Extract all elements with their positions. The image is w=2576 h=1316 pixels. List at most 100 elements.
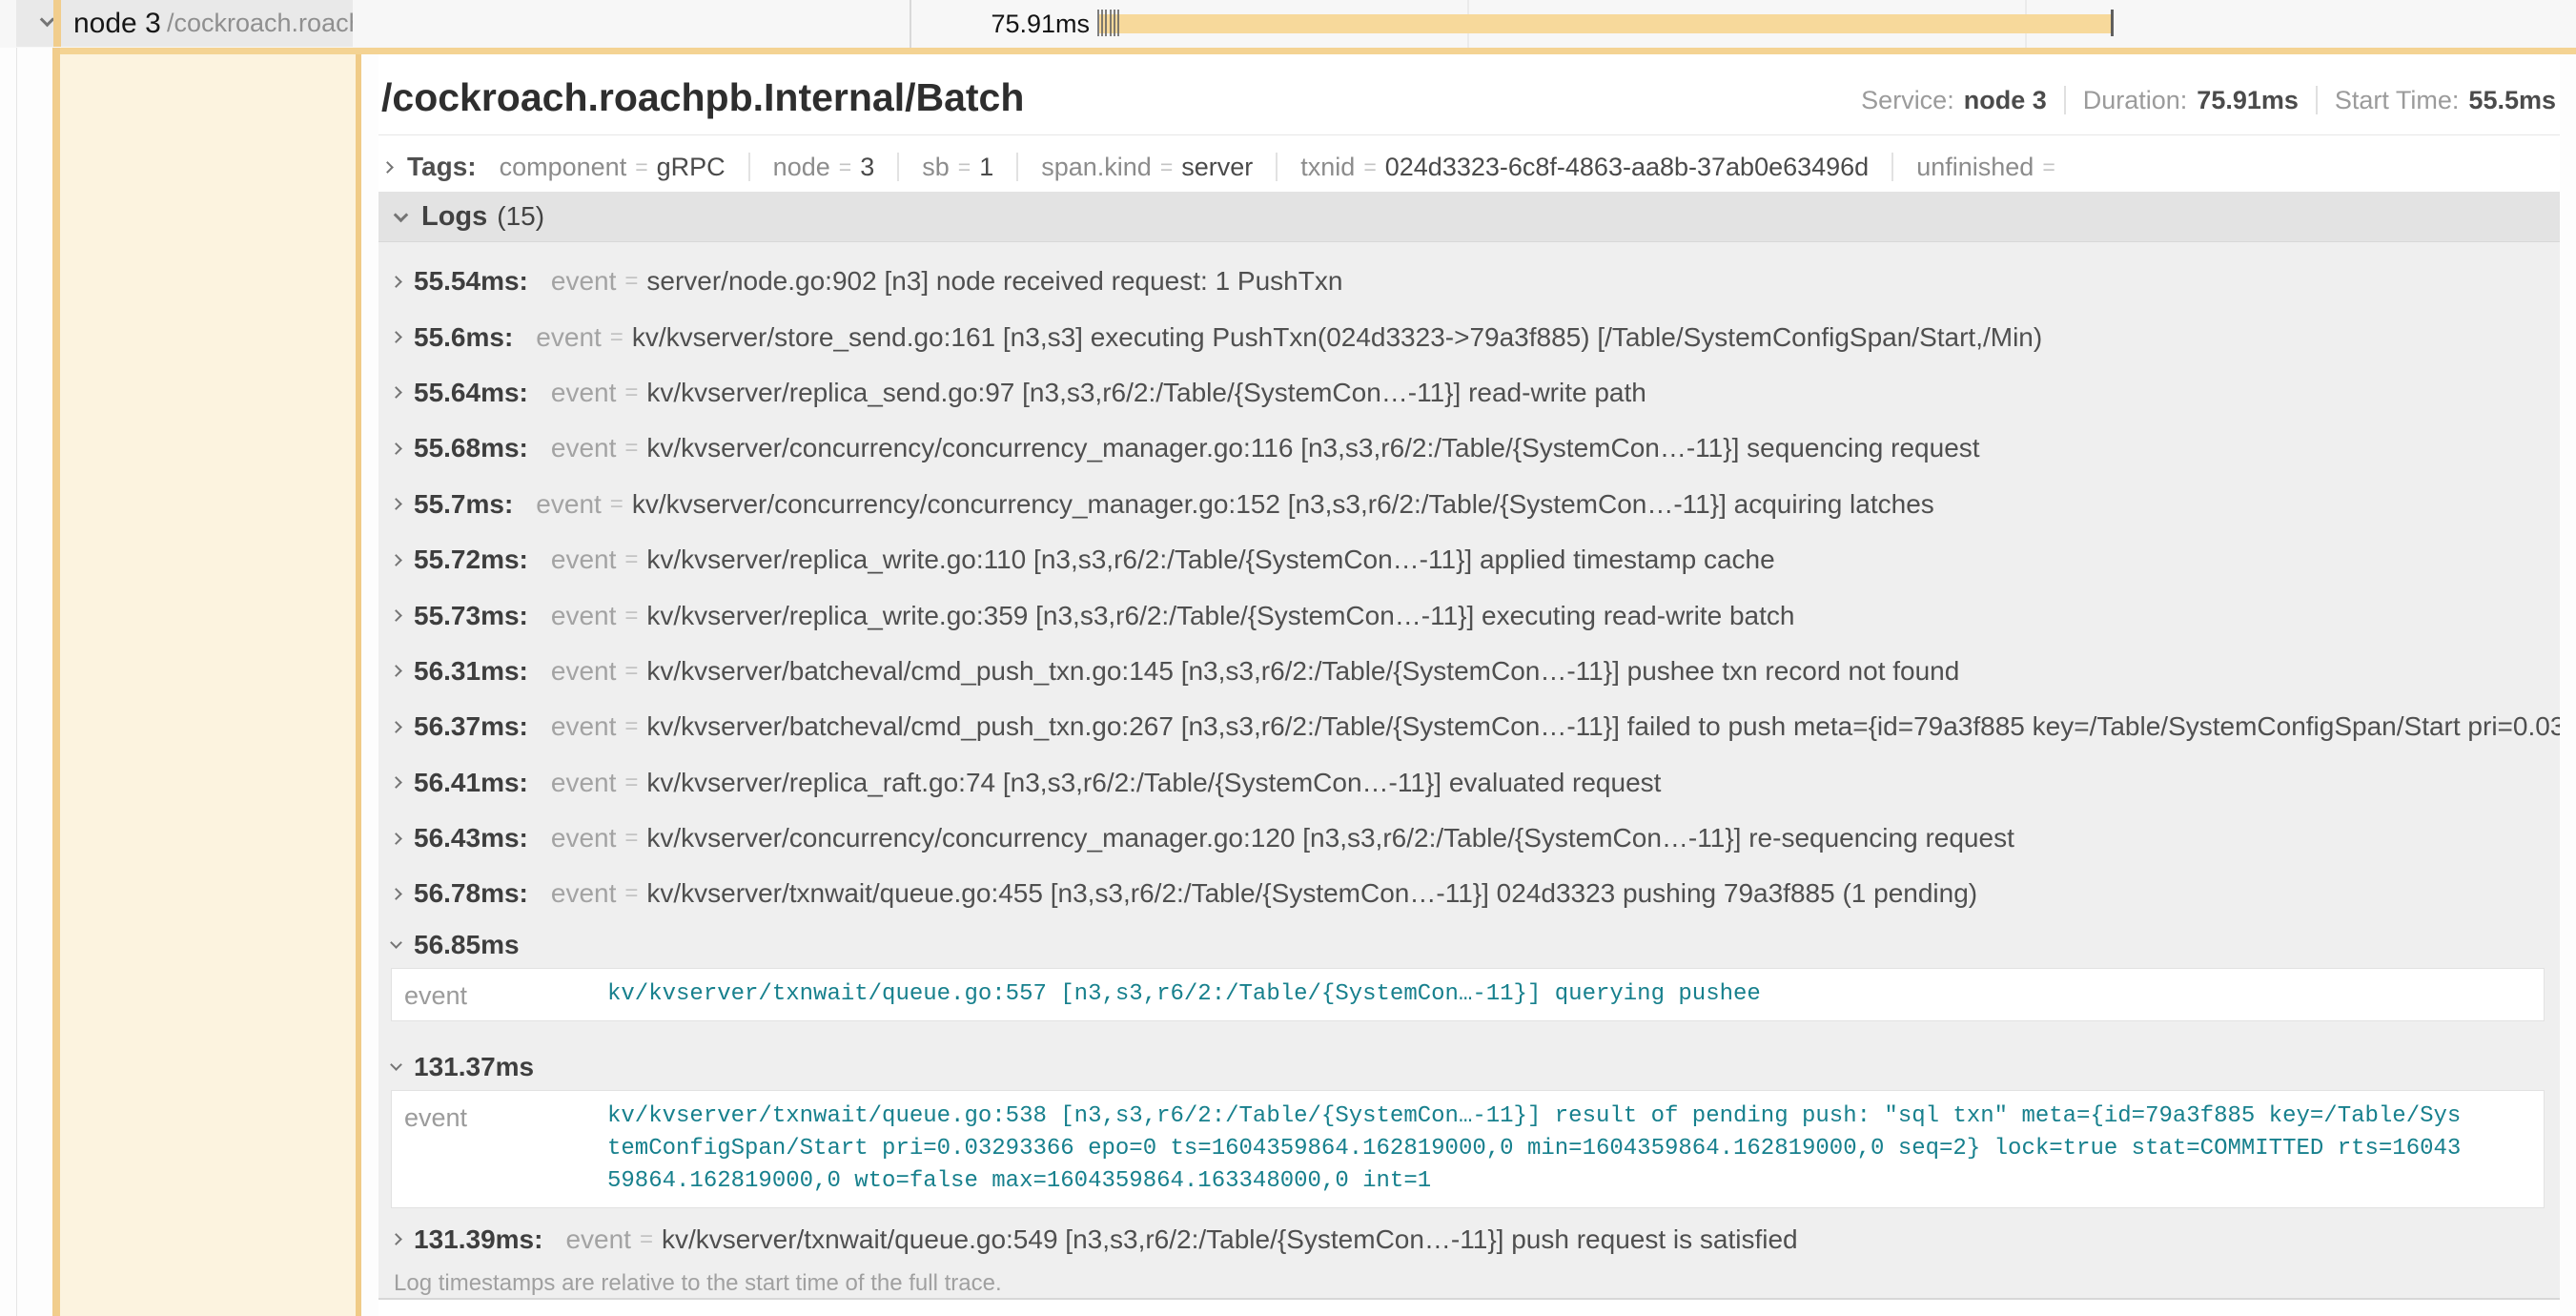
log-field-value: kv/kvserver/txnwait/queue.go:538 [n3,s3,… — [607, 1100, 2466, 1198]
equals-sign: = — [958, 154, 971, 180]
equals-sign: = — [624, 546, 638, 573]
log-row[interactable]: 55.73ms: event = kv/kvserver/replica_wri… — [378, 587, 2560, 643]
span-meta: Service: node 3 Duration: 75.91ms Start … — [1861, 79, 2556, 121]
column-splitter[interactable] — [910, 0, 911, 48]
tags-accordion-header[interactable]: Tags: component = gRPC node = 3 sb = 1 s… — [383, 146, 2064, 188]
log-tick — [1114, 10, 1115, 36]
chevron-down-icon — [390, 936, 402, 949]
log-value: kv/kvserver/replica_send.go:97 [n3,s3,r6… — [646, 378, 1646, 408]
log-fields-table: event kv/kvserver/txnwait/queue.go:538 [… — [391, 1090, 2545, 1208]
log-tick — [1097, 10, 1099, 36]
logs-title: Logs — [421, 201, 487, 233]
equals-sign: = — [640, 1226, 653, 1253]
log-value: kv/kvserver/concurrency/concurrency_mana… — [632, 489, 1934, 520]
equals-sign: = — [1363, 154, 1376, 180]
log-value: kv/kvserver/txnwait/queue.go:549 [n3,s3,… — [662, 1224, 1798, 1255]
chevron-down-icon — [394, 207, 409, 222]
log-field-key: event — [392, 1100, 607, 1133]
log-field-key: event — [392, 978, 607, 1011]
log-tick — [1105, 10, 1107, 36]
log-key: event — [551, 711, 617, 742]
log-row[interactable]: 56.41ms: event = kv/kvserver/replica_raf… — [378, 755, 2560, 811]
span-name-box[interactable]: node 3 /cockroach.roach… — [16, 0, 353, 47]
log-row[interactable]: 56.43ms: event = kv/kvserver/concurrency… — [378, 811, 2560, 866]
start-time-value: 55.5ms — [2468, 86, 2556, 115]
equals-sign: = — [635, 154, 647, 180]
log-row[interactable]: 55.68ms: event = kv/kvserver/concurrency… — [378, 421, 2560, 476]
service-name: node 3 — [73, 0, 161, 47]
log-field-value: kv/kvserver/txnwait/queue.go:557 [n3,s3,… — [607, 978, 2466, 1011]
log-key: event — [551, 878, 617, 909]
log-tick — [1110, 10, 1112, 36]
logs-body: 55.54ms: event = server/node.go:902 [n3]… — [378, 242, 2560, 1300]
log-row[interactable]: 55.72ms: event = kv/kvserver/replica_wri… — [378, 532, 2560, 587]
log-key: event — [565, 1224, 631, 1255]
log-key: event — [551, 768, 617, 798]
log-timestamp: 55.6ms: — [414, 322, 513, 353]
log-row[interactable]: 55.7ms: event = kv/kvserver/concurrency/… — [378, 477, 2560, 532]
chevron-right-icon — [390, 554, 402, 566]
log-row[interactable]: 56.37ms: event = kv/kvserver/batcheval/c… — [378, 699, 2560, 754]
span-timeline-row[interactable]: node 3 /cockroach.roach… 75.91ms — [0, 0, 2576, 48]
tag-item: unfinished = — [1891, 153, 2064, 182]
start-time-label: Start Time: — [2335, 86, 2460, 115]
service-value: node 3 — [1964, 86, 2047, 115]
tag-item: span.kind = server — [1016, 153, 1253, 182]
logs-footer-note: Log timestamps are relative to the start… — [378, 1267, 2560, 1300]
log-row[interactable]: 56.78ms: event = kv/kvserver/txnwait/que… — [378, 866, 2560, 921]
tag-separator — [897, 153, 899, 181]
log-row[interactable]: 131.39ms: event = kv/kvserver/txnwait/qu… — [378, 1212, 2560, 1267]
span-detail-panel: /cockroach.roachpb.Internal/Batch Servic… — [378, 54, 2560, 1316]
chevron-right-icon — [390, 387, 402, 400]
log-entry-expanded: 131.37ms event kv/kvserver/txnwait/queue… — [378, 1044, 2560, 1208]
chevron-right-icon — [381, 161, 394, 174]
tag-item: txnid = 024d3323-6c8f-4863-aa8b-37ab0e63… — [1276, 153, 1869, 182]
log-value: kv/kvserver/replica_write.go:359 [n3,s3,… — [646, 601, 1794, 631]
log-key: event — [551, 601, 617, 631]
operation-name: /cockroach.roach… — [167, 0, 353, 47]
header-divider — [378, 134, 2560, 135]
collapse-children-chevron-icon[interactable] — [40, 12, 55, 28]
chevron-right-icon — [390, 498, 402, 510]
log-timestamp: 55.54ms: — [414, 266, 528, 297]
log-value: kv/kvserver/replica_raft.go:74 [n3,s3,r6… — [646, 768, 1661, 798]
equals-sign: = — [1160, 154, 1173, 180]
log-value: kv/kvserver/txnwait/queue.go:455 [n3,s3,… — [646, 878, 1977, 909]
log-timestamp: 55.68ms: — [414, 433, 528, 463]
log-row-expanded-header[interactable]: 131.37ms — [378, 1044, 2560, 1090]
detail-left-accent-bar — [52, 48, 60, 1316]
log-key: event — [551, 656, 617, 687]
log-row-expanded-header[interactable]: 56.85ms — [378, 922, 2560, 968]
logs-section: Logs (15) 55.54ms: event = server/node.g… — [378, 192, 2560, 1300]
duration-label: Duration: — [2083, 86, 2188, 115]
logs-count: (15) — [497, 201, 544, 232]
log-key: event — [551, 378, 617, 408]
logs-accordion-header[interactable]: Logs (15) — [378, 192, 2560, 242]
chevron-right-icon — [390, 721, 402, 733]
duration-value: 75.91ms — [2197, 86, 2299, 115]
log-row[interactable]: 55.64ms: event = kv/kvserver/replica_sen… — [378, 365, 2560, 421]
equals-sign: = — [624, 380, 638, 406]
equals-sign: = — [610, 324, 624, 351]
log-timestamp: 56.41ms: — [414, 768, 528, 798]
log-row[interactable]: 55.6ms: event = kv/kvserver/store_send.g… — [378, 309, 2560, 364]
chevron-right-icon — [390, 833, 402, 845]
log-row[interactable]: 56.31ms: event = kv/kvserver/batcheval/c… — [378, 644, 2560, 699]
log-value: kv/kvserver/batcheval/cmd_push_txn.go:26… — [646, 711, 2560, 742]
left-guide-line — [16, 0, 17, 1316]
log-timestamp: 56.85ms — [414, 930, 520, 960]
chevron-right-icon — [390, 666, 402, 678]
chevron-right-icon — [390, 1234, 402, 1246]
chevron-right-icon — [390, 276, 402, 288]
equals-sign: = — [624, 658, 638, 685]
equals-sign: = — [839, 154, 851, 180]
detail-inner-accent-bar — [356, 54, 361, 1316]
log-row[interactable]: 55.54ms: event = server/node.go:902 [n3]… — [378, 254, 2560, 309]
equals-sign: = — [624, 825, 638, 852]
span-duration-bar[interactable] — [1099, 14, 2112, 33]
log-tick — [1101, 10, 1103, 36]
log-timestamp: 55.7ms: — [414, 489, 513, 520]
equals-sign: = — [610, 491, 624, 518]
tags-label: Tags: — [407, 152, 477, 182]
log-value: kv/kvserver/concurrency/concurrency_mana… — [646, 433, 1979, 463]
